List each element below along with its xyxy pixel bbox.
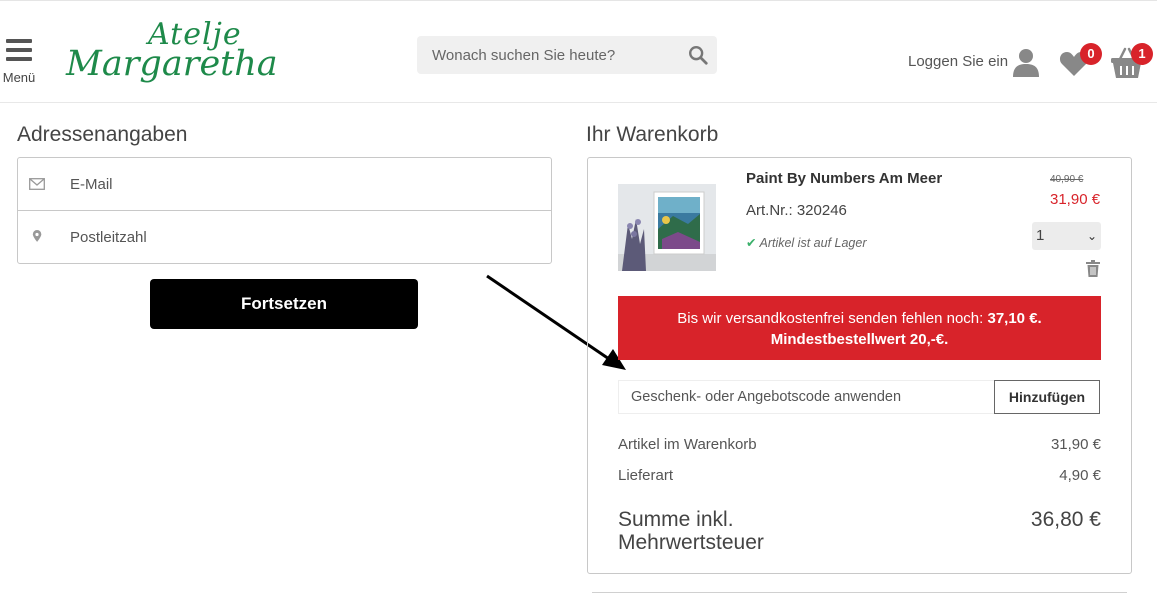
promo-code-input[interactable]	[619, 381, 995, 413]
product-image[interactable]	[618, 184, 716, 271]
product-name[interactable]: Paint By Numbers Am Meer	[746, 170, 942, 187]
hamburger-icon	[6, 39, 32, 61]
promo-code-box	[618, 380, 995, 414]
map-pin-icon	[32, 230, 42, 242]
zip-field[interactable]	[60, 211, 540, 263]
continue-button[interactable]: Fortsetzen	[150, 279, 418, 329]
chevron-down-icon: ⌄	[1086, 229, 1097, 243]
total-value: 36,80 €	[1030, 508, 1101, 531]
email-field[interactable]	[60, 158, 540, 210]
subtotal-value: 31,90 €	[1050, 436, 1101, 453]
site-logo[interactable]: Atelje Margaretha	[66, 17, 278, 93]
zip-row	[18, 211, 551, 264]
address-title: Adressenangaben	[17, 123, 188, 146]
free-shipping-banner: Bis wir versandkostenfrei senden fehlen …	[618, 296, 1101, 360]
trash-icon[interactable]	[1086, 260, 1100, 277]
stock-text: Artikel ist auf Lager	[759, 236, 867, 250]
apply-code-button[interactable]: Hinzufügen	[994, 380, 1100, 414]
user-icon[interactable]	[1012, 48, 1040, 78]
login-link[interactable]: Loggen Sie ein	[908, 53, 1008, 70]
shipping-notice-amount: 37,10 €.	[987, 310, 1042, 327]
email-row	[18, 158, 551, 211]
search-icon[interactable]	[687, 44, 709, 66]
site-header: Menü Atelje Margaretha Loggen Sie ein 0 …	[0, 0, 1157, 103]
cart-count-badge: 1	[1131, 43, 1153, 65]
shipping-notice-text: Bis wir versandkostenfrei senden fehlen …	[677, 310, 984, 327]
menu-label: Menü	[2, 70, 36, 85]
search-bar	[417, 36, 717, 74]
shipping-label: Lieferart	[618, 467, 674, 484]
cart-title: Ihr Warenkorb	[586, 123, 719, 146]
stock-status: ✔ Artikel ist auf Lager	[746, 235, 866, 250]
logo-line2: Margaretha	[66, 44, 278, 84]
menu-button[interactable]: Menü	[2, 39, 36, 89]
shipping-value: 4,90 €	[1059, 467, 1101, 484]
quantity-value: 1	[1036, 227, 1045, 244]
old-price: 40,90 €	[1050, 174, 1084, 185]
divider	[592, 592, 1127, 593]
quantity-select[interactable]: 1 ⌄	[1032, 222, 1101, 250]
product-article-number: Art.Nr.: 320246	[746, 202, 847, 219]
total-label: Summe inkl. Mehrwertsteuer	[618, 508, 764, 554]
subtotal-label: Artikel im Warenkorb	[618, 436, 757, 453]
check-icon: ✔	[746, 236, 757, 250]
address-form	[17, 157, 552, 264]
wishlist-count-badge: 0	[1080, 43, 1102, 65]
envelope-icon	[29, 178, 45, 190]
current-price: 31,90 €	[1050, 191, 1101, 208]
minimum-order-text: Mindestbestellwert 20,-€.	[770, 331, 949, 348]
search-input[interactable]	[417, 36, 677, 74]
